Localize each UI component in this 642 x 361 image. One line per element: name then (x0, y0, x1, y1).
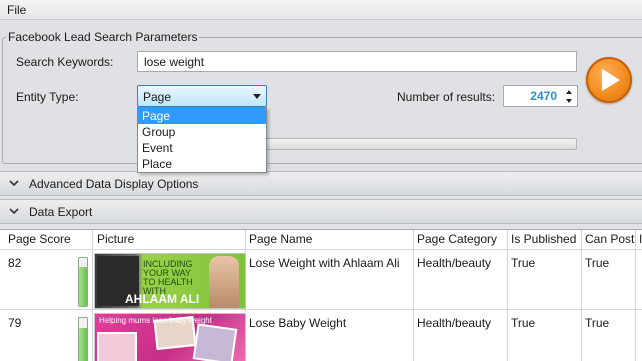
page-category-cell: Health/beauty (417, 316, 492, 330)
entity-option-event[interactable]: Event (138, 140, 266, 156)
page-picture: Helping mums lose baby weight (94, 313, 246, 361)
page-score-cell: 79 (8, 316, 22, 330)
table-row[interactable]: 79 Helping mums lose baby weight Lose Ba… (0, 311, 642, 361)
search-keywords-input[interactable]: lose weight (137, 51, 577, 72)
chevron-down-icon (9, 208, 19, 215)
score-bar (78, 257, 88, 307)
keywords-label: Search Keywords: (16, 55, 114, 69)
picture-caption: Helping mums lose baby weight (99, 316, 212, 325)
advanced-display-label: Advanced Data Display Options (29, 177, 199, 191)
column-header-can-post[interactable]: Can Post (583, 232, 634, 250)
menu-bar: File (0, 0, 642, 20)
number-of-results-stepper[interactable]: 2470 (503, 85, 578, 107)
entity-option-place[interactable]: Place (138, 156, 266, 172)
column-header-picture[interactable]: Picture (95, 232, 134, 250)
play-arrow-icon (602, 69, 620, 91)
page-picture: INCLUDING YOUR WAY TO HEALTH WITH AHLAAM… (94, 253, 246, 309)
can-post-cell: True (585, 256, 610, 270)
picture-caption: INCLUDING YOUR WAY TO HEALTH WITH (143, 259, 193, 296)
chevron-down-icon (253, 94, 261, 99)
picture-name: AHLAAM ALI (125, 292, 200, 306)
entity-type-dropdown: Page Group Event Place (137, 107, 267, 173)
results-value: 2470 (530, 89, 557, 103)
page-name-cell: Lose Weight with Ahlaam Ali (249, 256, 400, 270)
entity-option-group[interactable]: Group (138, 124, 266, 140)
spin-up-icon[interactable] (566, 90, 572, 94)
entity-type-combobox[interactable]: Page (137, 85, 267, 107)
page-name-cell: Lose Baby Weight (249, 316, 347, 330)
score-bar-fill (79, 266, 87, 306)
score-bar (78, 317, 88, 361)
start-search-button[interactable] (586, 57, 632, 103)
chevron-down-icon (9, 180, 19, 187)
menu-file[interactable]: File (7, 3, 26, 17)
can-post-cell: True (585, 316, 610, 330)
data-export-expander[interactable]: Data Export (0, 199, 642, 224)
score-bar-fill (79, 328, 87, 361)
group-title: Facebook Lead Search Parameters (6, 30, 200, 44)
column-header-is-published[interactable]: Is Published (509, 232, 576, 250)
column-header-page-name[interactable]: Page Name (247, 232, 312, 250)
column-header-extra[interactable]: I (637, 232, 642, 250)
entity-option-page[interactable]: Page (138, 108, 266, 124)
table-row[interactable]: 82 INCLUDING YOUR WAY TO HEALTH WITH AHL… (0, 251, 642, 310)
is-published-cell: True (511, 256, 536, 270)
results-grid: Page Score Picture Page Name Page Catego… (0, 229, 642, 361)
results-label: Number of results: (397, 90, 496, 104)
column-header-page-category[interactable]: Page Category (415, 232, 497, 250)
page-category-cell: Health/beauty (417, 256, 492, 270)
column-header-page-score[interactable]: Page Score (6, 232, 71, 250)
entity-type-selected: Page (143, 90, 172, 104)
grid-header: Page Score Picture Page Name Page Catego… (0, 230, 642, 250)
spin-down-icon[interactable] (566, 99, 572, 103)
data-export-label: Data Export (29, 205, 93, 219)
page-score-cell: 82 (8, 256, 22, 270)
advanced-display-expander[interactable]: Advanced Data Display Options (0, 171, 642, 196)
entity-type-label: Entity Type: (16, 90, 79, 104)
is-published-cell: True (511, 316, 536, 330)
